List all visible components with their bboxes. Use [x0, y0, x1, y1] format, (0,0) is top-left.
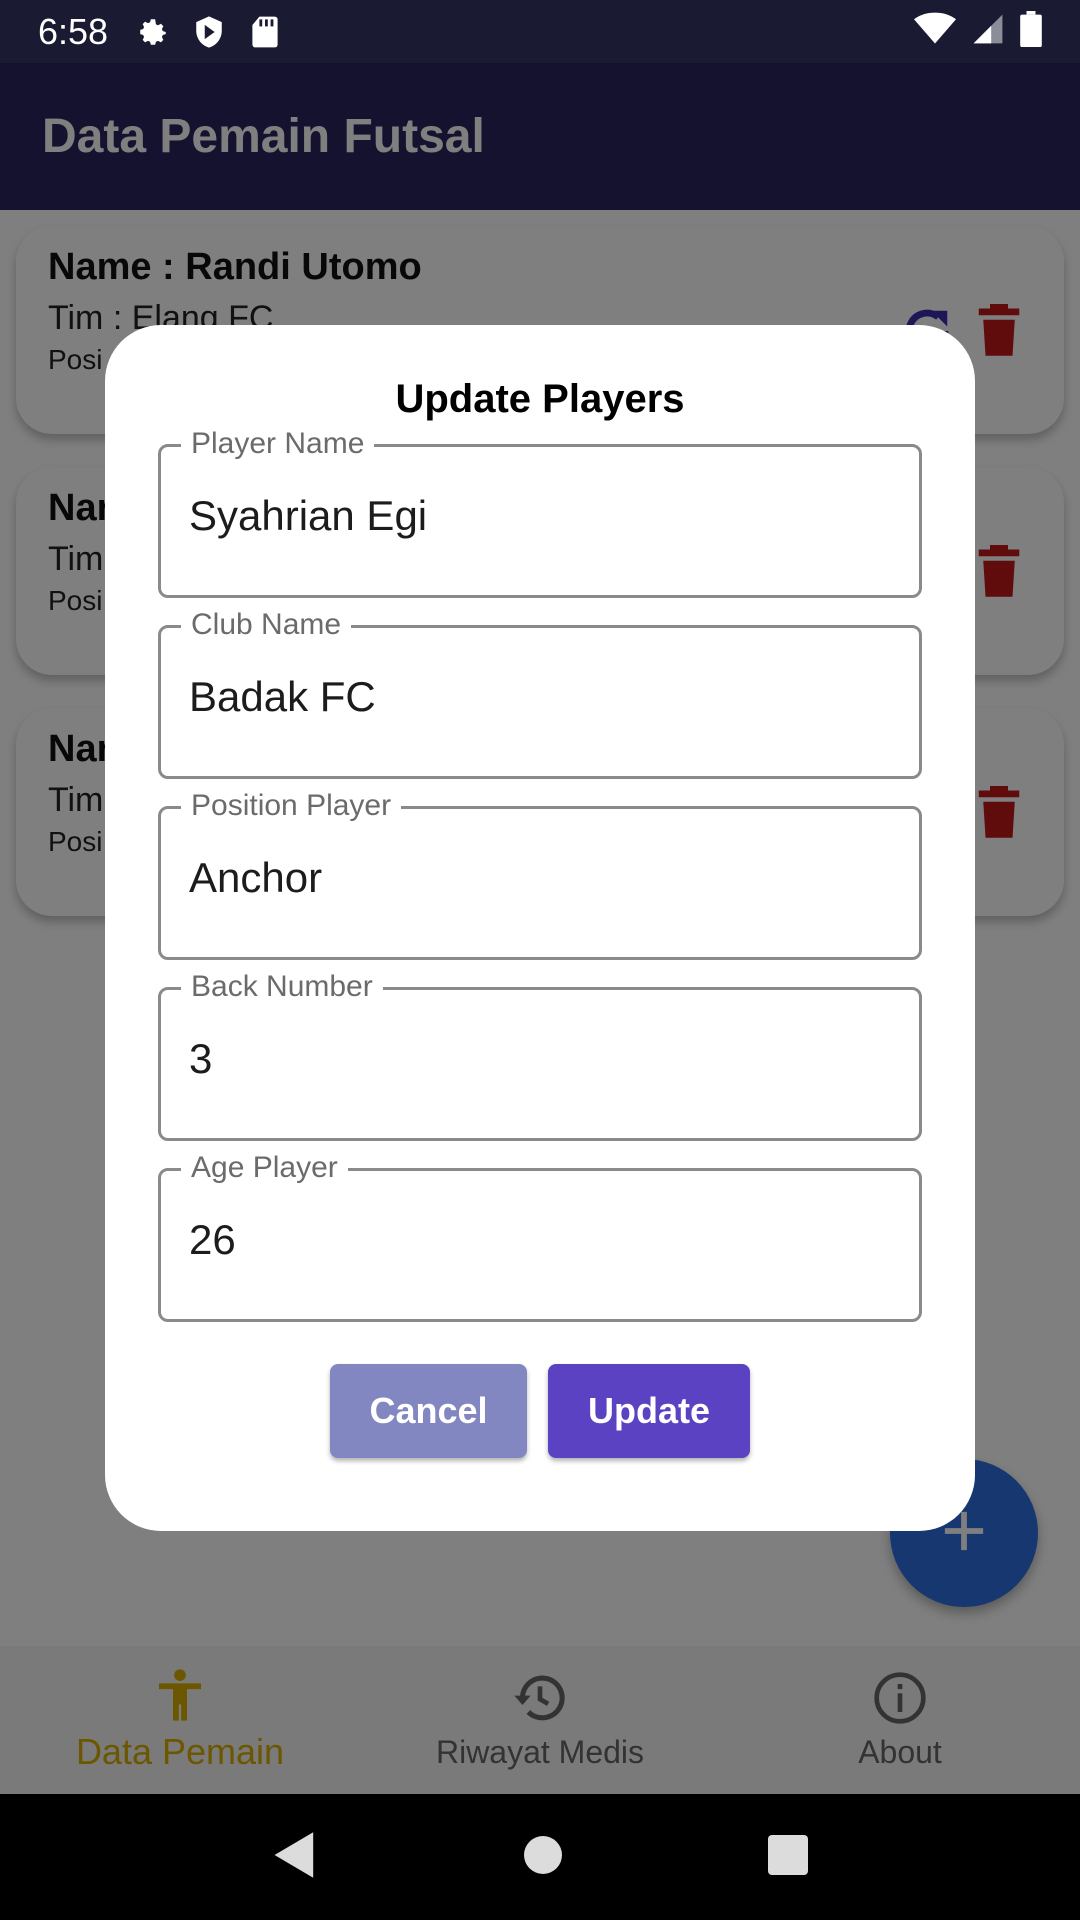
update-player-dialog: Update Players Player Name Club Name Pos…: [105, 325, 975, 1531]
age-player-field[interactable]: Age Player: [158, 1151, 922, 1322]
club-name-field[interactable]: Club Name: [158, 608, 922, 779]
system-navigation-bar: [0, 1794, 1080, 1920]
back-number-input[interactable]: [189, 1035, 889, 1083]
player-name-label: Player Name: [181, 427, 375, 461]
status-bar: 6:58: [0, 0, 1080, 63]
back-number-label: Back Number: [181, 970, 383, 1004]
age-player-input[interactable]: [189, 1216, 889, 1264]
cancel-button[interactable]: Cancel: [330, 1364, 527, 1458]
signal-icon: [972, 12, 1004, 51]
back-icon[interactable]: [272, 1830, 318, 1885]
player-name-input[interactable]: [189, 492, 889, 540]
wifi-icon: [914, 12, 956, 51]
recents-icon[interactable]: [767, 1834, 808, 1880]
battery-icon: [1020, 11, 1042, 52]
sd-card-icon: [248, 15, 282, 49]
status-time: 6:58: [38, 10, 109, 52]
player-name-field[interactable]: Player Name: [158, 427, 922, 598]
position-player-field[interactable]: Position Player: [158, 789, 922, 960]
shield-icon: [192, 15, 226, 49]
dialog-title: Update Players: [395, 377, 685, 421]
back-number-field[interactable]: Back Number: [158, 970, 922, 1141]
club-name-input[interactable]: [189, 673, 889, 721]
position-player-input[interactable]: [189, 854, 889, 902]
update-button[interactable]: Update: [548, 1364, 750, 1458]
home-icon[interactable]: [523, 1835, 563, 1880]
settings-icon: [136, 15, 170, 49]
club-name-label: Club Name: [181, 608, 352, 642]
age-player-label: Age Player: [181, 1151, 348, 1185]
position-player-label: Position Player: [181, 789, 402, 823]
